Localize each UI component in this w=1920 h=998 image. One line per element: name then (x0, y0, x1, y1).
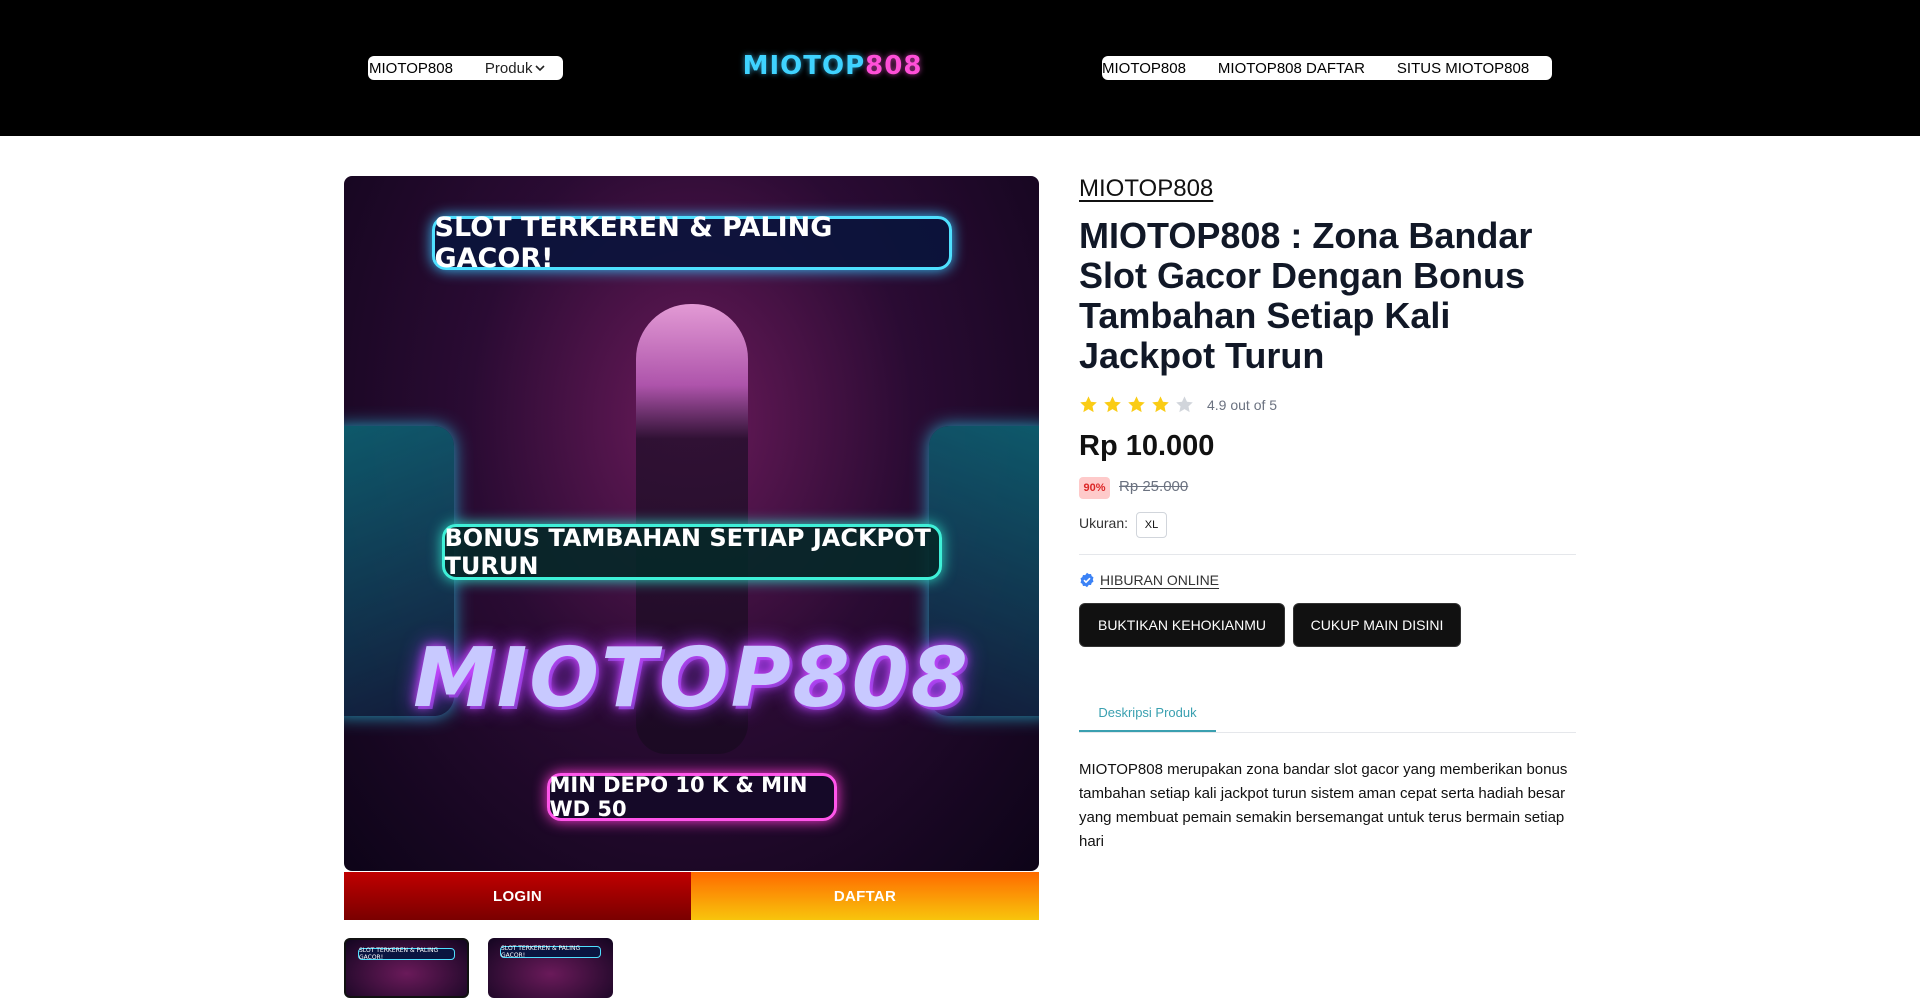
daftar-button[interactable]: DAFTAR (691, 872, 1039, 920)
logo-text-accent: 808 (865, 51, 923, 81)
star-filled-icon (1128, 396, 1145, 413)
divider (1079, 554, 1576, 555)
nav-link-situs[interactable]: SITUS MIOTOP808 (1397, 60, 1529, 77)
thumbnail-1[interactable]: SLOT TERKEREN & PALING GACOR! (344, 938, 469, 998)
star-empty-icon (1176, 396, 1193, 413)
banner-brand-text: MIOTOP808 (413, 631, 970, 726)
thumbnail-caption: SLOT TERKEREN & PALING GACOR! (500, 945, 601, 959)
original-price: Rp 25.000 (1119, 478, 1189, 495)
star-filled-icon (1152, 396, 1169, 413)
discount-badge: 90% (1079, 477, 1110, 499)
seller-name: HIBURAN ONLINE (1100, 572, 1220, 588)
product-title: MIOTOP808 : Zona Bandar Slot Gacor Denga… (1079, 215, 1533, 376)
login-button[interactable]: LOGIN (344, 872, 691, 920)
cukup-main-button[interactable]: CUKUP MAIN DISINI (1293, 603, 1461, 647)
size-option-xl[interactable]: XL (1136, 512, 1167, 538)
star-filled-icon (1080, 396, 1097, 413)
banner-middle-text: BONUS TAMBAHAN SETIAP JACKPOT TURUN (441, 524, 942, 580)
site-logo[interactable]: MIOTOP 808 (742, 48, 923, 84)
logo-text-primary: MIOTOP (742, 51, 866, 81)
product-select[interactable]: Produk (485, 60, 546, 77)
product-description: MIOTOP808 merupakan zona bandar slot gac… (1079, 761, 1568, 850)
nav-right-links: MIOTOP808 MIOTOP808 DAFTAR SITUS MIOTOP8… (1102, 56, 1552, 80)
nav-left-group: MIOTOP808 Produk (368, 56, 563, 80)
top-header: MIOTOP808 Produk MIOTOP 808 MIOTOP808 MIO… (0, 0, 1920, 136)
thumbnail-caption: SLOT TERKEREN & PALING GACOR! (358, 947, 455, 961)
verified-badge-icon (1080, 572, 1094, 588)
brand-link[interactable]: MIOTOP808 (1079, 175, 1213, 203)
size-label: Ukuran: (1079, 515, 1129, 531)
tab-divider (1079, 732, 1576, 733)
banner-bottom-text: MIN DEPO 10 K & MIN WD 50 (546, 773, 837, 821)
rating-text: 4.9 out of 5 (1207, 396, 1278, 413)
product-select-label: Produk (484, 59, 533, 77)
tab-deskripsi-produk[interactable]: Deskripsi Produk (1079, 694, 1216, 732)
seller-info[interactable]: HIBURAN ONLINE (1079, 572, 1219, 588)
chevron-down-icon (535, 65, 546, 72)
nav-link-daftar[interactable]: MIOTOP808 DAFTAR (1218, 60, 1365, 77)
price: Rp 10.000 (1079, 430, 1215, 462)
thumbnail-2[interactable]: SLOT TERKEREN & PALING GACOR! (488, 938, 613, 998)
buktikan-button[interactable]: BUKTIKAN KEHOKIANMU (1079, 603, 1285, 647)
rating: 4.9 out of 5 (1079, 395, 1277, 414)
banner-top-text: SLOT TERKEREN & PALING GACOR! (431, 212, 952, 274)
home-link[interactable]: MIOTOP808 (369, 60, 453, 77)
nav-link-miotop808[interactable]: MIOTOP808 (1102, 60, 1186, 77)
product-main-image[interactable]: SLOT TERKEREN & PALING GACOR! BONUS TAMB… (344, 176, 1039, 871)
star-filled-icon (1104, 396, 1121, 413)
